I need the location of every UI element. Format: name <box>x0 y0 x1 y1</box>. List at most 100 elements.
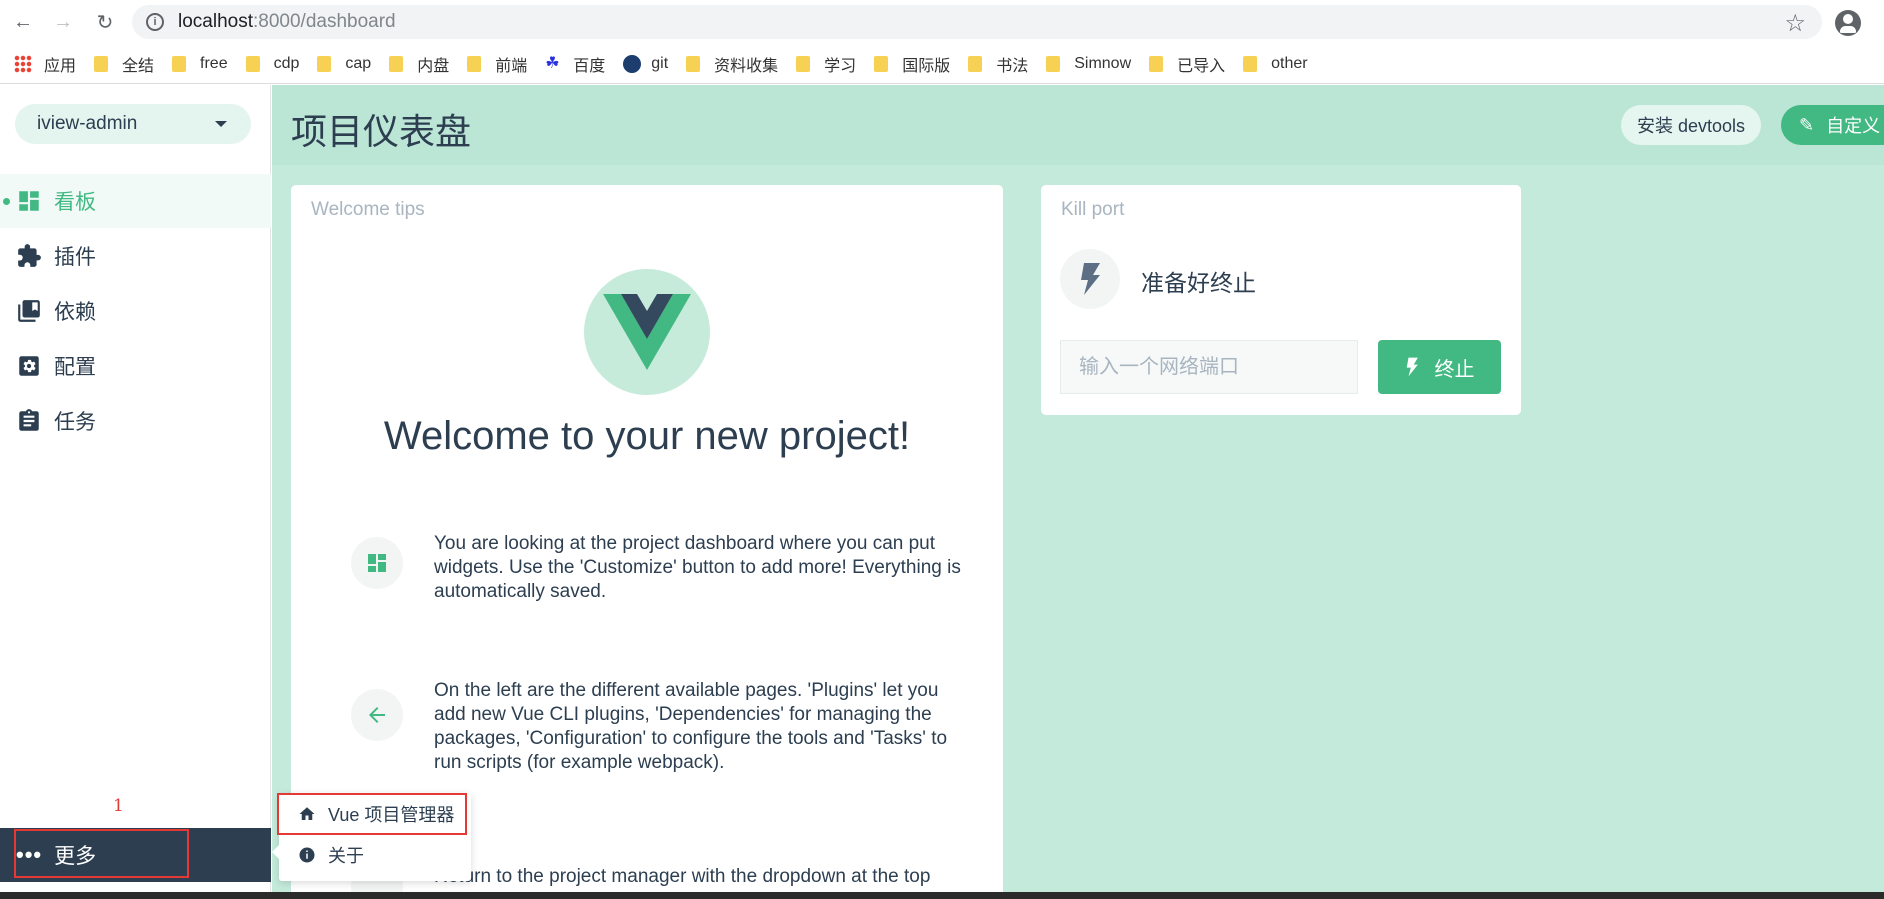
port-input[interactable] <box>1060 340 1358 394</box>
bookmark-label: git <box>651 54 669 72</box>
folder-icon <box>317 55 332 72</box>
page-title: 项目仪表盘 <box>291 111 472 152</box>
folder-icon <box>245 55 260 72</box>
bookmark-label: cdp <box>273 54 300 72</box>
customize-button[interactable]: ✎ 自定义 <box>1781 105 1884 145</box>
bookmark-item[interactable]: 已导入 <box>1149 52 1225 76</box>
folder-icon <box>172 55 187 72</box>
arrow-back-icon <box>351 689 403 741</box>
url-host: localhost <box>178 11 253 32</box>
bookmark-label: Simnow <box>1074 54 1132 72</box>
bookmark-item[interactable]: cap <box>317 55 371 73</box>
edit-icon: ✎ <box>1799 114 1815 135</box>
bookmark-item[interactable]: 学习 <box>796 52 856 76</box>
bookmark-item[interactable]: ☘ 百度 <box>545 52 605 76</box>
kill-button-label: 终止 <box>1434 358 1475 381</box>
sidebar-item-tasks[interactable]: 任务 <box>0 394 271 448</box>
folder-icon <box>389 55 404 72</box>
bookmark-label: free <box>200 54 228 72</box>
sidebar-item-label: 依赖 <box>54 301 96 324</box>
sidebar-item-label: 配置 <box>54 356 96 379</box>
caret-down-icon <box>215 121 227 127</box>
dashboard-icon <box>351 537 403 589</box>
bookmark-item[interactable]: 国际版 <box>874 52 950 76</box>
project-name: iview-admin <box>37 113 138 134</box>
sidebar-item-plugins[interactable]: 插件 <box>0 229 271 283</box>
bookmark-label: 资料收集 <box>714 57 779 75</box>
folder-icon <box>1243 55 1258 72</box>
browser-toolbar: ← → ↻ i localhost:8000/dashboard ☆ <box>0 0 1884 44</box>
annotation-box <box>277 793 467 835</box>
kill-button[interactable]: 终止 <box>1378 340 1501 394</box>
folder-icon <box>968 55 983 72</box>
main-content: 项目仪表盘 安装 devtools ✎ 自定义 Welcome tips Wel… <box>272 85 1884 899</box>
folder-icon <box>686 55 701 72</box>
address-bar[interactable]: i localhost:8000/dashboard ☆ <box>132 5 1822 39</box>
puzzle-icon <box>16 243 42 269</box>
annotation-box <box>14 829 189 878</box>
menu-item-label: 关于 <box>328 846 364 866</box>
folder-icon <box>796 55 811 72</box>
back-icon[interactable]: ← <box>8 7 38 37</box>
bookmark-label: 前端 <box>495 57 528 75</box>
install-devtools-button[interactable]: 安装 devtools <box>1621 105 1761 145</box>
info-icon <box>298 846 316 864</box>
apps-grid-icon <box>14 54 32 73</box>
sidebar-item-dependencies[interactable]: 依赖 <box>0 284 271 338</box>
bookmark-item[interactable]: 资料收集 <box>686 52 778 76</box>
taskbar-strip <box>0 892 1884 899</box>
folder-icon <box>467 55 482 72</box>
bookmark-item[interactable]: free <box>172 55 228 73</box>
bookmark-label: 国际版 <box>902 57 951 75</box>
folder-icon <box>1149 55 1164 72</box>
sidebar-item-configuration[interactable]: 配置 <box>0 339 271 393</box>
card-title: Welcome tips <box>311 199 425 220</box>
account-icon[interactable] <box>1835 10 1861 36</box>
menu-item-about[interactable]: 关于 <box>279 835 471 875</box>
bookmark-label: 百度 <box>573 57 606 75</box>
page-header: 项目仪表盘 安装 devtools ✎ 自定义 <box>272 85 1884 165</box>
bookmark-item[interactable]: Simnow <box>1046 55 1131 73</box>
bookmark-star-icon[interactable]: ☆ <box>1784 9 1806 38</box>
folder-icon <box>874 55 889 72</box>
bookmark-label: 已导入 <box>1177 57 1226 75</box>
bookmark-label: 应用 <box>44 57 77 75</box>
sidebar-item-dashboard[interactable]: 看板 <box>0 174 271 228</box>
site-info-icon[interactable]: i <box>146 13 164 31</box>
bookmark-item[interactable]: git <box>623 54 669 73</box>
bookmark-label: 学习 <box>824 57 857 75</box>
kill-status: 准备好终止 <box>1141 270 1256 296</box>
assignment-icon <box>16 408 42 434</box>
bookmarks-bar: 应用 全结 free cdp cap 内盘 前端 ☘ 百度 git 资料收集 学习 国际版 书法 Simno… <box>0 44 1884 84</box>
annotation-number: 1 <box>113 796 124 816</box>
dashboard-icon <box>16 188 42 214</box>
bookmark-item[interactable]: other <box>1243 55 1308 73</box>
tip-text: On the left are the different available … <box>434 680 948 773</box>
bookmark-item[interactable]: 应用 <box>14 52 76 76</box>
vue-logo <box>584 269 710 395</box>
card-title: Kill port <box>1061 199 1125 220</box>
baidu-paw-icon: ☘ <box>545 54 560 72</box>
bookmark-item[interactable]: cdp <box>245 54 300 73</box>
bookmark-item[interactable]: 全结 <box>94 52 154 76</box>
forward-icon[interactable]: → <box>48 7 78 37</box>
bookmark-item[interactable]: 内盘 <box>389 52 449 76</box>
bookmark-item[interactable]: 书法 <box>968 52 1028 76</box>
bookmark-item[interactable]: 前端 <box>467 52 527 76</box>
flash-icon <box>1060 249 1120 309</box>
sidebar-item-label: 看板 <box>54 191 96 214</box>
git-logo-icon <box>623 54 642 73</box>
welcome-heading: Welcome to your new project! <box>383 414 911 458</box>
vue-logo-icon <box>603 294 691 370</box>
folder-icon <box>94 55 109 72</box>
project-select[interactable]: iview-admin <box>15 104 251 144</box>
reload-icon[interactable]: ↻ <box>90 7 120 37</box>
bookmark-label: 全结 <box>122 57 155 75</box>
tip-text: Return to the project manager with the d… <box>434 866 931 887</box>
sidebar-item-label: 插件 <box>54 246 96 269</box>
bookmark-label: cap <box>345 54 372 72</box>
sidebar: iview-admin 看板 插件 依赖 配置 任务 1 <box>0 85 271 899</box>
sidebar-item-label: 任务 <box>54 411 96 434</box>
tip-text: You are looking at the project dashboard… <box>434 533 961 602</box>
url-path: :8000/dashboard <box>253 11 396 32</box>
